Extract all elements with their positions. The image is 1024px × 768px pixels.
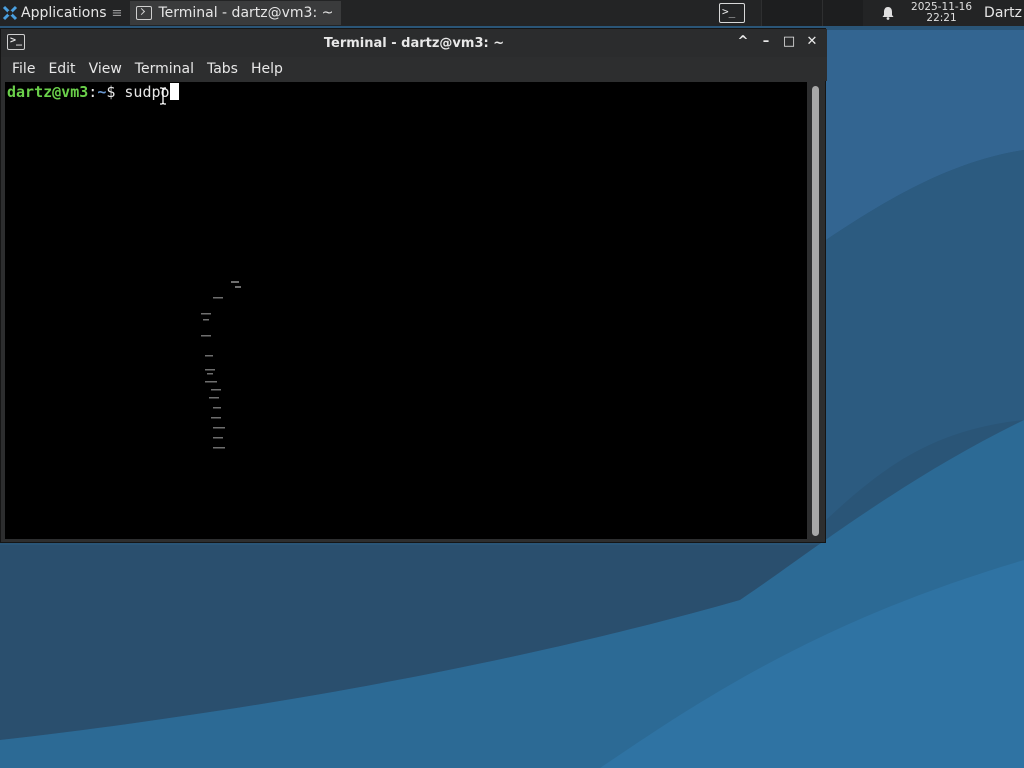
systray-area bbox=[822, 0, 864, 26]
prompt-path: ~ bbox=[97, 83, 107, 101]
terminal-launcher-glyph: >_ bbox=[722, 5, 736, 18]
prompt-user-host: dartz@vm3 bbox=[7, 83, 89, 101]
taskbar-terminal-button[interactable]: Terminal - dartz@vm3: ~ bbox=[130, 1, 342, 25]
xfce-logo-icon bbox=[2, 5, 18, 21]
prompt-line: dartz@vm3:~$ sudpo bbox=[7, 83, 179, 101]
applications-separator: ≡ bbox=[111, 5, 123, 21]
scrollbar-thumb[interactable] bbox=[812, 86, 819, 536]
prompt-colon: : bbox=[88, 83, 98, 101]
workspace-switcher[interactable] bbox=[761, 0, 823, 26]
taskbar-terminal-label: Terminal - dartz@vm3: ~ bbox=[158, 5, 334, 21]
terminal-text-area[interactable]: dartz@vm3:~$ sudpo bbox=[5, 82, 807, 539]
scrollbar[interactable] bbox=[809, 84, 823, 539]
menu-file[interactable]: File bbox=[12, 61, 35, 77]
window-titlebar[interactable]: >_ Terminal - dartz@vm3: ~ ^ – □ ✕ bbox=[1, 29, 827, 57]
minimize-button[interactable]: – bbox=[758, 34, 774, 50]
user-menu[interactable]: Dartz bbox=[984, 5, 1022, 21]
top-panel: Applications ≡ Terminal - dartz@vm3: ~ >… bbox=[0, 0, 1024, 26]
panel-clock[interactable]: 2025-11-16 22:21 bbox=[911, 2, 972, 24]
terminal-launcher-button[interactable]: >_ bbox=[719, 3, 746, 23]
menu-help[interactable]: Help bbox=[251, 61, 283, 77]
menu-view[interactable]: View bbox=[89, 61, 122, 77]
shade-button[interactable]: ^ bbox=[735, 34, 751, 50]
clock-time: 22:21 bbox=[926, 12, 957, 24]
render-artifact bbox=[201, 281, 241, 449]
menu-tabs[interactable]: Tabs bbox=[207, 61, 238, 77]
applications-menu-button[interactable]: Applications ≡ bbox=[0, 0, 128, 26]
menu-terminal[interactable]: Terminal bbox=[135, 61, 194, 77]
text-cursor-icon bbox=[160, 87, 166, 105]
menu-bar: File Edit View Terminal Tabs Help bbox=[1, 57, 827, 81]
applications-label: Applications bbox=[21, 5, 107, 21]
terminal-window: >_ Terminal - dartz@vm3: ~ ^ – □ ✕ File … bbox=[0, 28, 827, 543]
menu-edit[interactable]: Edit bbox=[48, 61, 75, 77]
text-cursor-block bbox=[169, 83, 179, 100]
close-button[interactable]: ✕ bbox=[804, 34, 820, 50]
terminal-icon bbox=[136, 6, 153, 20]
bell-icon[interactable] bbox=[881, 6, 895, 20]
maximize-button[interactable]: □ bbox=[781, 34, 797, 50]
prompt-symbol: $ bbox=[106, 83, 125, 101]
window-title: Terminal - dartz@vm3: ~ bbox=[323, 36, 505, 51]
